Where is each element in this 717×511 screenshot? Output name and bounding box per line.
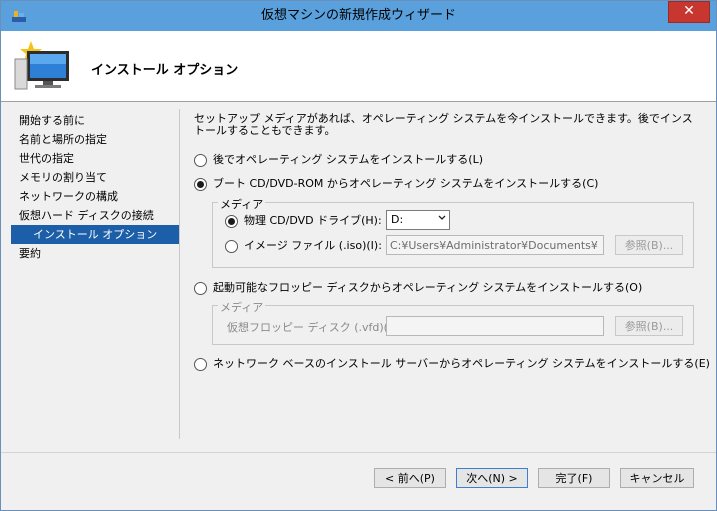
image-file-value: C:¥Users¥Administrator¥Documents¥ xyxy=(390,239,598,252)
option-install-later-label: 後でオペレーティング システムをインストールする(L) xyxy=(213,153,483,166)
cd-media-group-title: メディア xyxy=(218,196,266,212)
nav-step-before-you-begin[interactable]: 開始する前に xyxy=(11,111,179,130)
image-browse-button[interactable]: 参照(B)... xyxy=(615,235,683,255)
title-bar[interactable]: 仮想マシンの新規作成ウィザード ✕ xyxy=(1,1,716,31)
wizard-step-list: 開始する前に 名前と場所の指定 世代の指定 メモリの割り当て ネットワークの構成… xyxy=(11,111,179,263)
nav-step-name-location[interactable]: 名前と場所の指定 xyxy=(11,130,179,149)
cancel-button[interactable]: キャンセル xyxy=(620,468,694,488)
close-button[interactable]: ✕ xyxy=(668,1,710,23)
option-install-from-network[interactable]: ネットワーク ベースのインストール サーバーからオペレーティング システムをイン… xyxy=(194,355,710,371)
radio-image-file[interactable] xyxy=(225,239,238,253)
previous-button[interactable]: < 前へ(P) xyxy=(374,468,446,488)
physical-drive-label: 物理 CD/DVD ドライブ(H): xyxy=(244,214,382,227)
image-file-label: イメージ ファイル (.iso)(I): xyxy=(244,239,382,252)
radio-install-from-floppy[interactable] xyxy=(194,281,207,295)
nav-step-summary[interactable]: 要約 xyxy=(11,244,179,263)
option-install-from-network-label: ネットワーク ベースのインストール サーバーからオペレーティング システムをイン… xyxy=(213,357,710,370)
radio-install-from-network[interactable] xyxy=(194,357,207,371)
option-install-from-floppy[interactable]: 起動可能なフロッピー ディスクからオペレーティング システムをインストールする(… xyxy=(194,279,642,295)
vfd-label: 仮想フロッピー ディスク (.vfd)(V): xyxy=(227,321,404,334)
footer-divider xyxy=(1,452,716,453)
radio-physical-drive[interactable] xyxy=(225,214,238,228)
nav-step-virtual-disk[interactable]: 仮想ハード ディスクの接続 xyxy=(11,206,179,225)
vfd-browse-button[interactable]: 参照(B)... xyxy=(615,316,683,336)
chevron-down-icon xyxy=(438,215,446,220)
page-title: インストール オプション xyxy=(91,63,239,78)
physical-drive-select[interactable]: D: xyxy=(386,210,450,230)
radio-install-later[interactable] xyxy=(194,153,207,167)
nav-step-network[interactable]: ネットワークの構成 xyxy=(11,187,179,206)
option-install-from-floppy-label: 起動可能なフロッピー ディスクからオペレーティング システムをインストールする(… xyxy=(213,281,643,294)
nav-step-install-options[interactable]: インストール オプション xyxy=(11,225,179,244)
option-install-from-cd-label: ブート CD/DVD-ROM からオペレーティング システムをインストールする(… xyxy=(213,177,599,190)
install-options-panel: セットアップ メディアがあれば、オペレーティング システムを今インストールできま… xyxy=(194,112,710,371)
window-title: 仮想マシンの新規作成ウィザード xyxy=(260,8,456,23)
floppy-media-group: メディア 仮想フロッピー ディスク (.vfd)(V): 参照(B)... xyxy=(212,299,694,345)
nav-divider xyxy=(179,109,180,439)
vfd-input[interactable] xyxy=(386,316,604,336)
option-image-file[interactable]: イメージ ファイル (.iso)(I): xyxy=(225,237,382,253)
nav-step-memory[interactable]: メモリの割り当て xyxy=(11,168,179,187)
wizard-header: インストール オプション xyxy=(1,31,716,102)
wizard-window: 仮想マシンの新規作成ウィザード ✕ インストール オプション 開始する前に 名前… xyxy=(0,0,717,511)
physical-drive-value: D: xyxy=(391,213,404,226)
new-vm-monitor-icon xyxy=(14,41,69,90)
floppy-media-group-title: メディア xyxy=(218,299,266,315)
next-button[interactable]: 次へ(N) > xyxy=(456,468,528,488)
image-file-input[interactable]: C:¥Users¥Administrator¥Documents¥ xyxy=(386,235,604,255)
cd-media-group: メディア 物理 CD/DVD ドライブ(H): D: イメージ ファイル (.i… xyxy=(212,196,694,268)
radio-install-from-cd[interactable] xyxy=(194,177,207,191)
finish-button[interactable]: 完了(F) xyxy=(538,468,610,488)
option-install-from-cd[interactable]: ブート CD/DVD-ROM からオペレーティング システムをインストールする(… xyxy=(194,175,598,191)
option-install-later[interactable]: 後でオペレーティング システムをインストールする(L) xyxy=(194,151,483,167)
option-physical-drive[interactable]: 物理 CD/DVD ドライブ(H): xyxy=(225,212,382,228)
intro-text: セットアップ メディアがあれば、オペレーティング システムを今インストールできま… xyxy=(194,112,693,137)
nav-step-generation[interactable]: 世代の指定 xyxy=(11,149,179,168)
